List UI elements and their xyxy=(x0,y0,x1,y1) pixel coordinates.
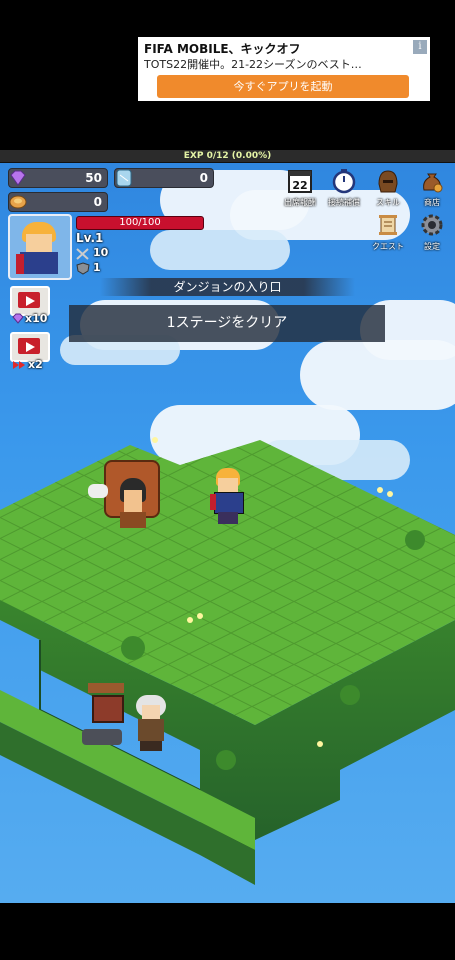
gem-icon xyxy=(10,170,26,186)
gem-icon xyxy=(12,313,24,324)
stage-clear-banner: 1ステージをクリア xyxy=(69,305,385,342)
speed-boost-label: x2 xyxy=(28,358,43,371)
wood-golem-enemy[interactable] xyxy=(88,460,166,532)
quest-label: クエスト xyxy=(372,242,404,251)
calendar-badge: 22 xyxy=(292,179,307,192)
defense-value: 1 xyxy=(93,261,101,274)
gem-boost-label: x10 xyxy=(25,312,48,325)
attack-value: 10 xyxy=(93,246,109,259)
skill-button[interactable]: スキル xyxy=(368,168,408,214)
connection-compensation-label: 接続補償 xyxy=(328,198,360,207)
crystal-value: 0 xyxy=(199,171,208,185)
gear-icon xyxy=(421,214,443,236)
money-bag-icon xyxy=(423,173,443,193)
gem-counter: 50 xyxy=(8,168,108,188)
hp-text: 100/100 xyxy=(119,217,161,228)
bush xyxy=(340,685,360,705)
scroll-icon xyxy=(379,215,397,235)
ad-banner[interactable]: FIFA MOBILE、キックオフ TOTS22開催中。21-22シーズンのベス… xyxy=(138,37,430,101)
settings-button[interactable]: 設定 xyxy=(412,212,452,258)
ad-body: TOTS22開催中。21-22シーズンのベスト… xyxy=(144,58,362,71)
blacksmith-npc[interactable] xyxy=(130,695,174,753)
player-portrait[interactable] xyxy=(8,214,72,280)
crystal-counter: 0 xyxy=(114,168,214,188)
helmet-icon xyxy=(378,170,398,193)
hero-sprite[interactable] xyxy=(210,468,246,526)
calendar-icon: 22 xyxy=(288,170,312,193)
fast-forward-icon xyxy=(13,361,25,369)
coin-counter: 0 xyxy=(8,192,108,212)
exp-bar: EXP 0/12 (0.00%) xyxy=(0,150,455,163)
settings-label: 設定 xyxy=(424,242,440,251)
stopwatch-icon xyxy=(332,169,356,194)
shop-label: 商店 xyxy=(424,198,440,207)
shield-icon xyxy=(76,262,90,275)
coin-icon xyxy=(9,195,27,209)
ad-cta-button[interactable]: 今すぐアプリを起動 xyxy=(157,75,409,98)
connection-compensation-button[interactable]: 接続補償 xyxy=(324,168,364,214)
player-level: Lv.1 xyxy=(76,231,104,245)
bush xyxy=(405,530,425,550)
quest-button[interactable]: クエスト xyxy=(368,212,408,258)
attendance-reward-label: 出席報酬 xyxy=(284,198,316,207)
hp-bar: 100/100 xyxy=(76,216,204,230)
coin-value: 0 xyxy=(93,195,102,209)
blacksmith-anvil[interactable] xyxy=(82,683,130,753)
game-viewport[interactable]: EXP 0/12 (0.00%) 50 0 0 22 出席報酬 接続補償 スキル… xyxy=(0,150,455,903)
skill-label: スキル xyxy=(376,198,400,207)
bush xyxy=(121,636,145,660)
sword-icon xyxy=(76,248,89,260)
shop-button[interactable]: 商店 xyxy=(412,168,452,214)
crystal-icon xyxy=(116,169,132,187)
exp-text: EXP 0/12 (0.00%) xyxy=(183,151,272,161)
bush xyxy=(216,750,236,770)
ad-info-icon[interactable]: i xyxy=(413,40,427,54)
stage-name: ダンジョンの入り口 xyxy=(100,278,355,296)
attendance-reward-button[interactable]: 22 出席報酬 xyxy=(280,168,320,214)
ad-title: FIFA MOBILE、キックオフ xyxy=(144,42,301,56)
gem-value: 50 xyxy=(85,171,102,185)
